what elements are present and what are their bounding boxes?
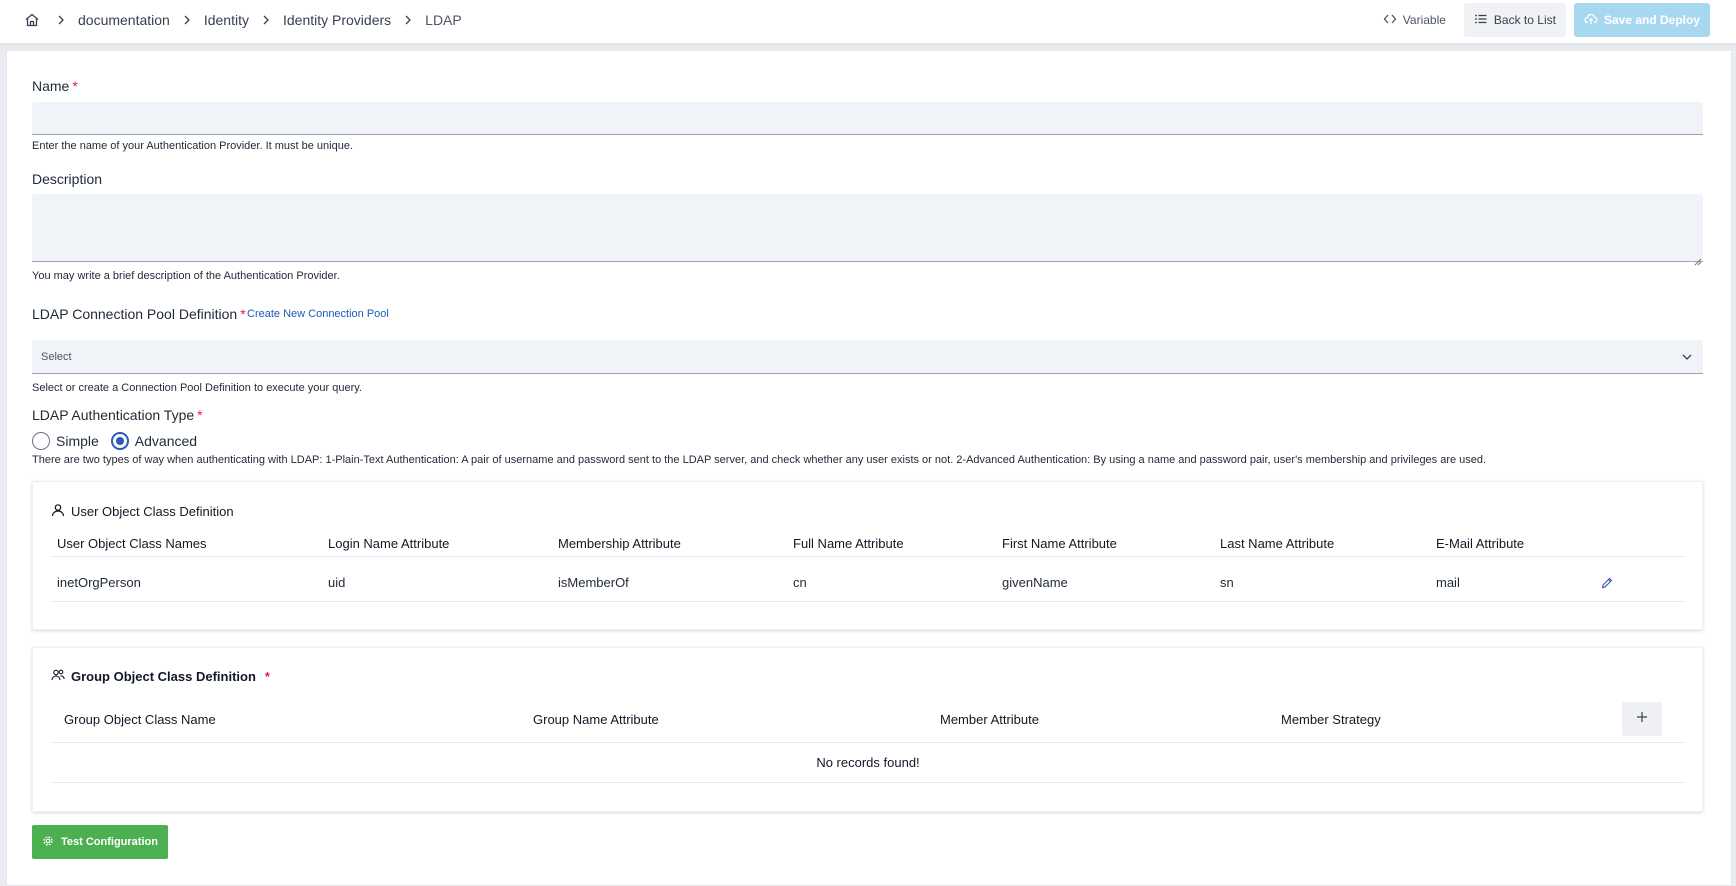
connection-pool-help-text: Select or create a Connection Pool Defin… (32, 382, 362, 394)
required-mark: * (264, 669, 270, 684)
table-cell: inetOrgPerson (57, 575, 141, 590)
variable-button-label: Variable (1402, 13, 1446, 27)
required-mark: * (72, 78, 78, 94)
table-cell: uid (328, 575, 346, 590)
column-header: E-Mail Attribute (1436, 536, 1525, 551)
create-connection-pool-link[interactable]: Create New Connection Pool (247, 308, 389, 320)
name-label: Name * (32, 78, 78, 94)
column-header: First Name Attribute (1002, 536, 1117, 551)
breadcrumb: documentation Identity Identity Provider… (24, 0, 462, 40)
home-icon[interactable] (24, 12, 40, 28)
connection-pool-selected-value: Select (41, 350, 72, 363)
add-row-button[interactable] (1622, 702, 1662, 736)
column-header: Group Object Class Name (64, 712, 216, 727)
connection-pool-label-text: LDAP Connection Pool Definition (32, 306, 238, 322)
save-and-deploy-button[interactable]: Save and Deploy (1573, 3, 1710, 37)
connection-pool-label: LDAP Connection Pool Definition * (32, 306, 246, 322)
auth-type-simple-radio[interactable]: Simple (32, 432, 99, 450)
user-object-class-title-text: User Object Class Definition (71, 504, 234, 519)
description-textarea[interactable] (32, 194, 1703, 262)
breadcrumb-identity[interactable]: Identity (204, 12, 249, 28)
user-icon (51, 503, 65, 520)
users-icon (51, 668, 65, 685)
user-object-class-table: User Object Class Names Login Name Attri… (51, 532, 1685, 602)
chevron-down-icon (1681, 351, 1693, 363)
name-input[interactable] (32, 102, 1703, 135)
auth-type-advanced-radio[interactable]: Advanced (110, 432, 198, 450)
plus-icon (1636, 710, 1648, 728)
column-header: Member Strategy (1281, 712, 1381, 727)
resize-handle-icon[interactable] (1694, 253, 1702, 266)
cloud-upload-icon (1584, 12, 1598, 29)
column-header: Membership Attribute (558, 536, 681, 551)
chevron-right-icon (55, 14, 67, 26)
name-help-text: Enter the name of your Authentication Pr… (32, 140, 354, 152)
auth-type-simple-label: Simple (56, 433, 99, 449)
user-object-class-card: User Object Class Definition User Object… (32, 481, 1703, 630)
table-cell: sn (1220, 575, 1234, 590)
auth-type-radio-group: Simple Advanced (32, 431, 209, 451)
auth-type-label: LDAP Authentication Type * (32, 407, 203, 423)
description-label-text: Description (32, 171, 103, 187)
top-bar: documentation Identity Identity Provider… (0, 0, 1736, 44)
column-header: Last Name Attribute (1220, 536, 1335, 551)
column-header: Group Name Attribute (533, 712, 659, 727)
code-icon (1383, 12, 1397, 29)
test-configuration-label: Test Configuration (61, 836, 158, 848)
toolbar-actions: Variable Back to List Save and Deploy (1373, 3, 1710, 37)
breadcrumb-ldap: LDAP (425, 12, 462, 28)
variable-button[interactable]: Variable (1373, 3, 1456, 37)
list-icon (1474, 12, 1488, 29)
test-configuration-button[interactable]: Test Configuration (32, 825, 168, 859)
group-object-class-table: Group Object Class Name Group Name Attri… (51, 698, 1685, 813)
table-cell: cn (793, 575, 807, 590)
divider (51, 601, 1685, 602)
form-panel: Name * Enter the name of your Authenticat… (6, 50, 1732, 886)
table-cell: givenName (1002, 575, 1068, 590)
back-to-list-button[interactable]: Back to List (1463, 3, 1566, 37)
radio-circle[interactable] (32, 432, 50, 450)
radio-circle[interactable] (110, 432, 129, 450)
breadcrumb-identity-providers[interactable]: Identity Providers (283, 12, 391, 28)
column-header: Login Name Attribute (328, 536, 450, 551)
required-mark: * (197, 407, 203, 423)
divider (51, 742, 1685, 743)
divider (51, 782, 1685, 783)
name-label-text: Name (32, 78, 70, 94)
group-object-class-title: Group Object Class Definition * (51, 668, 270, 685)
column-header: Full Name Attribute (793, 536, 904, 551)
chevron-right-icon (402, 14, 414, 26)
user-object-class-title: User Object Class Definition (51, 503, 234, 520)
chevron-right-icon (181, 14, 193, 26)
table-cell: mail (1436, 575, 1460, 590)
edit-icon[interactable] (1598, 574, 1616, 592)
column-header: User Object Class Names (57, 536, 207, 551)
save-and-deploy-label: Save and Deploy (1603, 13, 1700, 27)
empty-state-message: No records found! (816, 755, 920, 770)
chevron-right-icon (260, 14, 272, 26)
description-help-text: You may write a brief description of the… (32, 270, 340, 282)
back-to-list-label: Back to List (1493, 13, 1556, 27)
auth-type-help-text: There are two types of way when authenti… (32, 454, 1487, 466)
breadcrumb-documentation[interactable]: documentation (78, 12, 170, 28)
group-object-class-card: Group Object Class Definition * Group Obj… (32, 647, 1703, 812)
auth-type-advanced-label: Advanced (134, 433, 198, 449)
column-header: Member Attribute (940, 712, 1039, 727)
divider (51, 556, 1685, 557)
required-mark: * (240, 306, 246, 322)
description-label: Description (32, 171, 102, 187)
group-object-class-title-text: Group Object Class Definition (71, 669, 256, 684)
connection-pool-select[interactable]: Select (32, 340, 1703, 374)
gear-icon (42, 835, 54, 850)
auth-type-label-text: LDAP Authentication Type (32, 407, 195, 423)
table-cell: isMemberOf (558, 575, 629, 590)
